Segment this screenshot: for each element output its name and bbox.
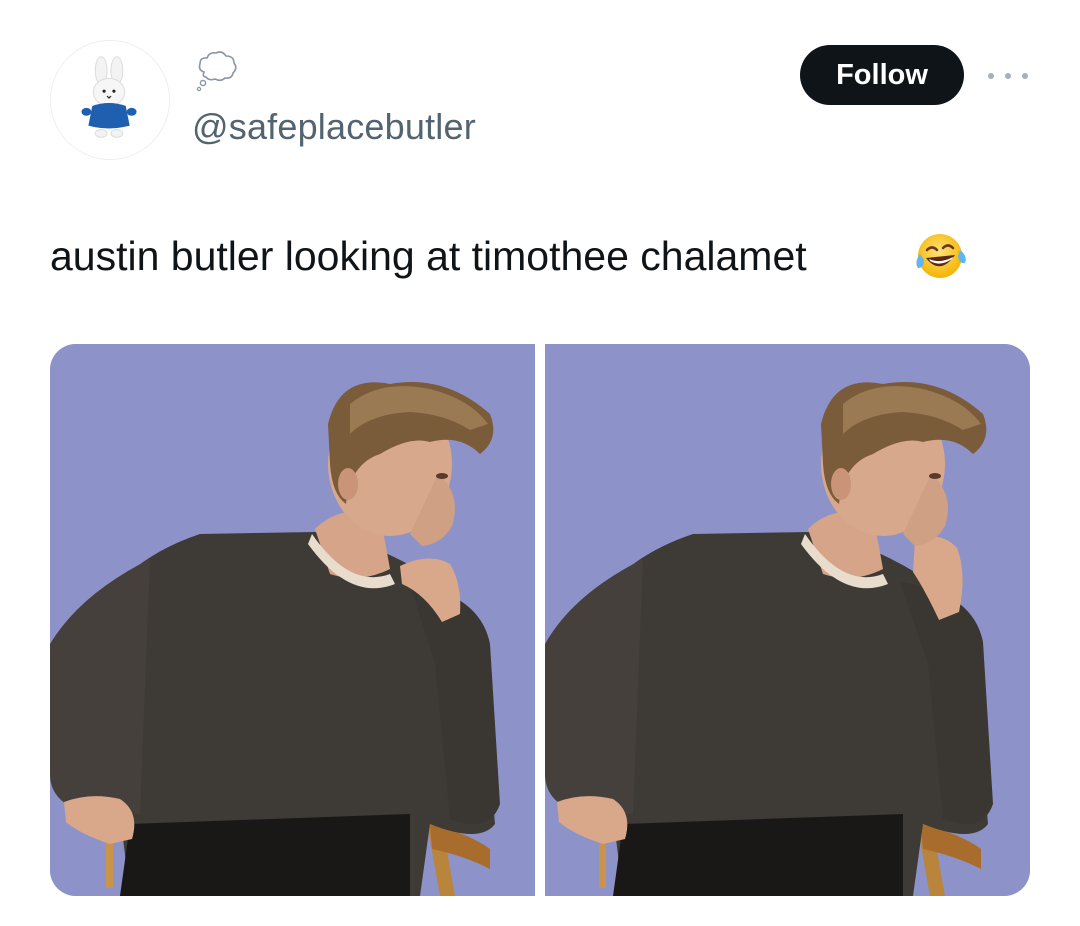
face-with-tears-of-joy-icon <box>912 228 968 284</box>
photo-left[interactable] <box>50 344 535 896</box>
man-on-chair-photo <box>50 344 535 896</box>
tweet-text: austin butler looking at timothee chalam… <box>50 233 807 279</box>
more-options-icon[interactable] <box>988 66 1028 86</box>
follow-button[interactable]: Follow <box>800 45 964 105</box>
bunny-plush-icon <box>51 41 169 159</box>
man-on-chair-photo <box>545 344 1030 896</box>
dot <box>1005 73 1011 79</box>
dot <box>988 73 994 79</box>
photo-right[interactable] <box>545 344 1030 896</box>
user-handle[interactable]: @safeplacebutler <box>192 106 476 148</box>
dot <box>1022 73 1028 79</box>
avatar[interactable] <box>50 40 170 160</box>
thought-balloon-icon <box>194 48 240 94</box>
tweet-media[interactable] <box>50 344 1030 896</box>
